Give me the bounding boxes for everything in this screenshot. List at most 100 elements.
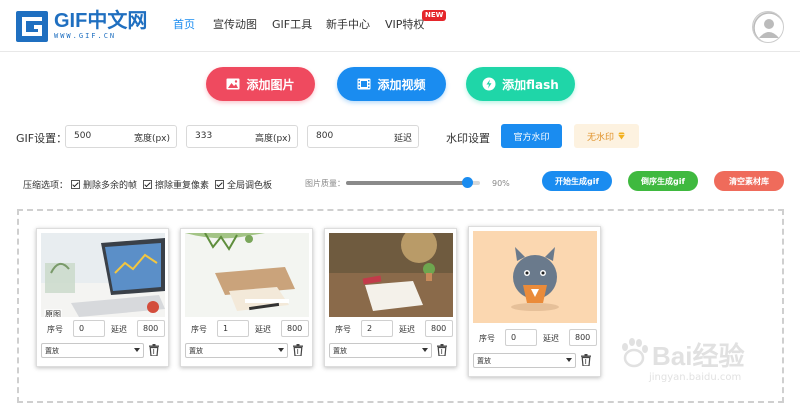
option-erase-pixels-label: 擦除重复像素 bbox=[155, 181, 210, 191]
checkbox-checked-icon[interactable] bbox=[143, 180, 152, 189]
chevron-down-icon bbox=[134, 348, 140, 352]
option-global-palette[interactable]: 全局调色板 bbox=[215, 178, 272, 191]
height-field[interactable]: 333 高度(px) bbox=[186, 125, 298, 148]
frame-meta: 序号 0 延迟 800 bbox=[475, 329, 597, 347]
quality-slider[interactable] bbox=[346, 177, 480, 188]
user-avatar[interactable] bbox=[752, 11, 784, 43]
generate-reverse-gif-button[interactable]: 倒序生成gif bbox=[628, 171, 698, 191]
index-label: 序号 bbox=[335, 325, 351, 334]
disposal-select-value: 置放 bbox=[333, 347, 347, 355]
delay-input[interactable]: 800 bbox=[425, 320, 453, 337]
frame-card[interactable]: 序号 2 延迟 800 置放 bbox=[324, 228, 457, 367]
top-header: GIF中文网 WWW.GIF.CN 首页 宣传动图 GIF工具 新手中心 VIP… bbox=[0, 0, 800, 52]
trash-icon[interactable] bbox=[437, 344, 447, 356]
delay-value: 800 bbox=[316, 131, 334, 141]
add-image-label: 添加图片 bbox=[246, 77, 295, 92]
add-video-label: 添加视频 bbox=[377, 77, 426, 92]
film-icon bbox=[357, 77, 371, 91]
disposal-select-value: 置放 bbox=[477, 357, 491, 365]
delay-field[interactable]: 800 延迟 bbox=[307, 125, 419, 148]
delay-label: 延迟 bbox=[543, 334, 559, 343]
disposal-select-value: 置放 bbox=[189, 347, 203, 355]
index-label: 序号 bbox=[191, 325, 207, 334]
logo-url: WWW.GIF.CN bbox=[54, 32, 117, 40]
add-video-button[interactable]: 添加视频 bbox=[337, 67, 446, 101]
chevron-down-icon bbox=[422, 348, 428, 352]
quality-slider-thumb[interactable] bbox=[461, 177, 473, 188]
delay-unit: 延迟 bbox=[393, 134, 412, 144]
option-erase-duplicate-pixels[interactable]: 擦除重复像素 bbox=[143, 178, 209, 191]
option-drop-frames[interactable]: 删除多余的帧 bbox=[71, 178, 137, 191]
compression-label: 压缩选项： bbox=[23, 181, 69, 191]
index-label: 序号 bbox=[479, 334, 495, 343]
flash-icon bbox=[482, 77, 496, 91]
width-unit: 宽度(px) bbox=[133, 134, 170, 144]
disposal-select[interactable]: 置放 bbox=[329, 343, 432, 358]
width-field[interactable]: 500 宽度(px) bbox=[65, 125, 177, 148]
delay-input[interactable]: 800 bbox=[569, 329, 597, 346]
frame-thumbnail bbox=[185, 233, 309, 317]
nav-beginner-center[interactable]: 新手中心 bbox=[326, 16, 370, 32]
option-drop-frames-label: 删除多余的帧 bbox=[83, 181, 138, 191]
chevron-down-icon bbox=[566, 358, 572, 362]
original-tag: 原图 bbox=[44, 309, 62, 317]
frame-card[interactable]: 序号 1 延迟 800 置放 bbox=[180, 228, 313, 367]
no-watermark-button[interactable]: 无水印 bbox=[574, 124, 639, 148]
frame-meta: 序号 2 延迟 800 bbox=[331, 320, 453, 338]
quality-slider-fill bbox=[346, 181, 467, 185]
add-image-button[interactable]: 添加图片 bbox=[206, 67, 315, 101]
no-watermark-label: 无水印 bbox=[586, 132, 614, 143]
delay-label: 延迟 bbox=[255, 325, 271, 334]
generate-gif-button[interactable]: 开始生成gif bbox=[542, 171, 612, 191]
checkbox-checked-icon[interactable] bbox=[71, 180, 80, 189]
delay-label: 延迟 bbox=[399, 325, 415, 334]
delay-input[interactable]: 800 bbox=[137, 320, 165, 337]
frame-card[interactable]: 原图 序号 0 延迟 800 置放 bbox=[36, 228, 169, 367]
delay-input[interactable]: 800 bbox=[281, 320, 309, 337]
site-logo[interactable]: GIF中文网 WWW.GIF.CN bbox=[16, 10, 148, 44]
clear-materials-button[interactable]: 清空素材库 bbox=[714, 171, 784, 191]
nav-promo-gifs[interactable]: 宣传动图 bbox=[213, 16, 257, 32]
diamond-icon bbox=[618, 132, 625, 140]
disposal-select[interactable]: 置放 bbox=[185, 343, 288, 358]
watermark-settings-label: 水印设置 bbox=[446, 132, 490, 145]
checkbox-checked-icon[interactable] bbox=[215, 180, 224, 189]
index-input[interactable]: 1 bbox=[217, 320, 249, 337]
frame-meta: 序号 0 延迟 800 bbox=[43, 320, 165, 338]
disposal-select[interactable]: 置放 bbox=[41, 343, 144, 358]
quality-label: 图片质量： bbox=[305, 179, 345, 188]
gif-settings-label: GIF设置： bbox=[16, 132, 68, 145]
height-value: 333 bbox=[195, 131, 213, 141]
height-unit: 高度(px) bbox=[254, 134, 291, 144]
option-global-palette-label: 全局调色板 bbox=[227, 181, 273, 191]
width-value: 500 bbox=[74, 131, 92, 141]
logo-mark-icon bbox=[16, 11, 48, 42]
index-input[interactable]: 2 bbox=[361, 320, 393, 337]
frame-thumbnail bbox=[473, 231, 597, 323]
trash-icon[interactable] bbox=[293, 344, 303, 356]
delay-label: 延迟 bbox=[111, 325, 127, 334]
index-input[interactable]: 0 bbox=[73, 320, 105, 337]
official-watermark-button[interactable]: 官方水印 bbox=[501, 124, 562, 148]
gif-maker-page: GIF中文网 WWW.GIF.CN 首页 宣传动图 GIF工具 新手中心 VIP… bbox=[0, 0, 800, 411]
trash-icon[interactable] bbox=[581, 354, 591, 366]
quality-value: 90% bbox=[492, 179, 510, 188]
frame-meta: 序号 1 延迟 800 bbox=[187, 320, 309, 338]
nav-home[interactable]: 首页 bbox=[173, 16, 195, 32]
nav-gif-tools[interactable]: GIF工具 bbox=[272, 16, 312, 32]
frame-card[interactable]: 序号 0 延迟 800 置放 bbox=[468, 226, 601, 377]
chevron-down-icon bbox=[278, 348, 284, 352]
disposal-select[interactable]: 置放 bbox=[473, 353, 576, 368]
trash-icon[interactable] bbox=[149, 344, 159, 356]
frame-thumbnail: 原图 bbox=[41, 233, 165, 317]
disposal-select-value: 置放 bbox=[45, 347, 59, 355]
add-flash-button[interactable]: 添加flash bbox=[466, 67, 575, 101]
index-label: 序号 bbox=[47, 325, 63, 334]
nav-vip[interactable]: VIP特权 bbox=[385, 16, 424, 32]
index-input[interactable]: 0 bbox=[505, 329, 537, 346]
logo-text: GIF中文网 bbox=[54, 10, 148, 32]
user-avatar-icon bbox=[753, 12, 783, 42]
image-icon bbox=[226, 77, 240, 91]
frame-thumbnail bbox=[329, 233, 453, 317]
new-badge: NEW bbox=[422, 10, 447, 21]
